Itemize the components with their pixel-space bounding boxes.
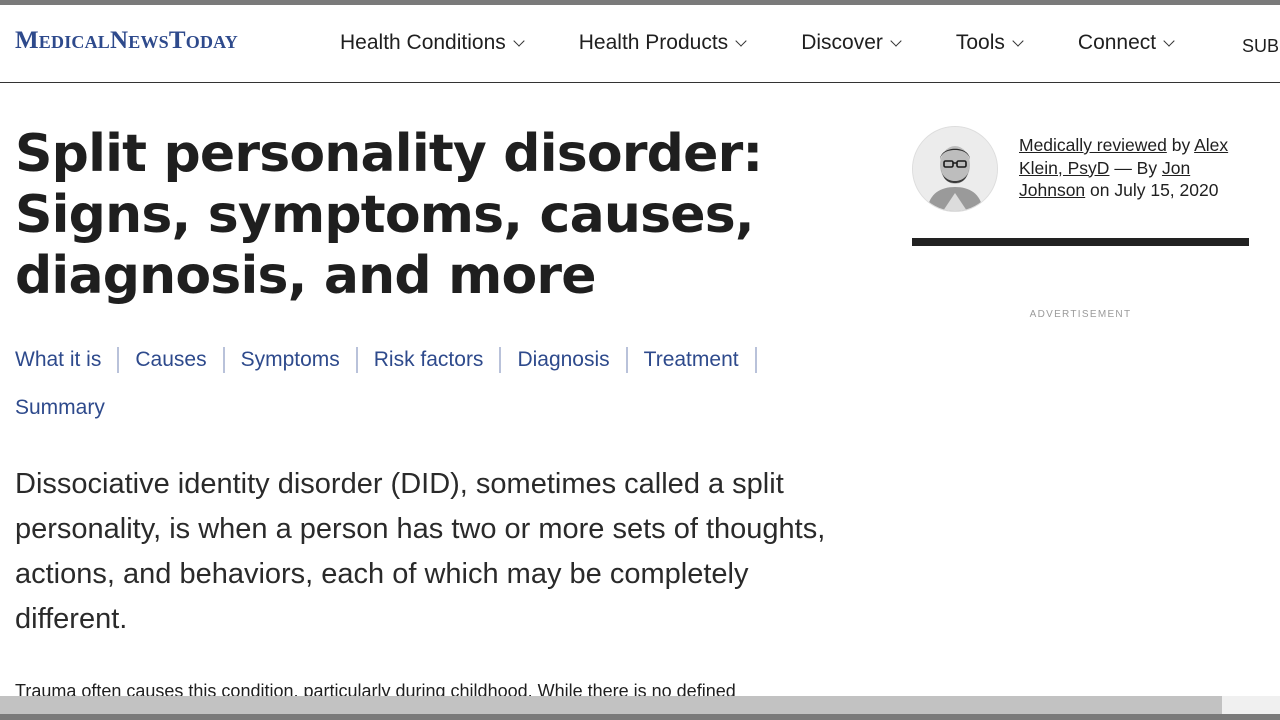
reviewer-avatar	[912, 126, 998, 212]
nav-label: Health Products	[578, 31, 729, 54]
toc-item: Risk factors	[374, 342, 518, 378]
bottom-window-edge	[0, 714, 1280, 720]
site-header: MedicalNewsToday Health Conditions Healt…	[0, 5, 1280, 83]
nav-health-conditions[interactable]: Health Conditions	[340, 31, 525, 55]
nav-tools[interactable]: Tools	[955, 31, 1024, 55]
toc-link-what-it-is[interactable]: What it is	[15, 342, 101, 378]
byline-by-text: by	[1166, 135, 1195, 155]
toc-separator	[117, 347, 120, 373]
nav-label: Discover	[801, 31, 883, 54]
nav-health-products[interactable]: Health Products	[578, 31, 747, 55]
nav-discover[interactable]: Discover	[801, 31, 902, 55]
toc-item: Summary	[15, 390, 105, 426]
toc-link-causes[interactable]: Causes	[135, 342, 206, 378]
article-body-paragraph: Trauma often causes this condition, part…	[15, 681, 736, 698]
toc-separator	[355, 347, 358, 373]
medically-reviewed-link[interactable]: Medically reviewed	[1019, 135, 1167, 155]
toc-link-symptoms[interactable]: Symptoms	[241, 342, 340, 378]
nav-label: Tools	[955, 31, 1005, 54]
chevron-down-icon	[890, 35, 902, 47]
subscribe-link[interactable]: SUB	[1242, 36, 1279, 57]
toc-link-summary[interactable]: Summary	[15, 390, 105, 426]
toc-link-diagnosis[interactable]: Diagnosis	[517, 342, 609, 378]
article-byline: Medically reviewed by Alex Klein, PsyD —…	[1019, 134, 1249, 202]
chevron-down-icon	[513, 35, 525, 47]
toc-item: Causes	[135, 342, 240, 378]
chevron-down-icon	[735, 35, 747, 47]
toc-item: What it is	[15, 342, 135, 378]
toc-separator	[754, 347, 757, 373]
advertisement-label: ADVERTISEMENT	[1029, 309, 1132, 320]
article-title: Split personality disorder: Signs, sympt…	[15, 124, 763, 306]
nav-label: Connect	[1077, 31, 1157, 54]
toc-item: Symptoms	[241, 342, 374, 378]
browser-viewport: MedicalNewsToday Health Conditions Healt…	[0, 0, 1280, 720]
nav-label: Health Conditions	[340, 31, 506, 54]
chevron-down-icon	[1163, 35, 1175, 47]
toc-separator	[222, 347, 225, 373]
site-logo[interactable]: MedicalNewsToday	[15, 27, 238, 55]
toc-item: Diagnosis	[517, 342, 643, 378]
main-nav: Health Conditions Health Products Discov…	[340, 31, 1229, 55]
author-divider	[912, 238, 1249, 246]
toc-link-risk-factors[interactable]: Risk factors	[374, 342, 484, 378]
chevron-down-icon	[1012, 35, 1024, 47]
nav-connect[interactable]: Connect	[1077, 31, 1175, 55]
toc-link-treatment[interactable]: Treatment	[644, 342, 739, 378]
table-of-contents: What it is Causes Symptoms Risk factors …	[15, 342, 815, 426]
toc-item: Treatment	[644, 342, 773, 378]
byline-dash-by-text: — By	[1109, 157, 1162, 178]
publish-date: on July 15, 2020	[1085, 180, 1219, 200]
horizontal-scrollbar-thumb[interactable]	[0, 696, 1222, 714]
toc-separator	[625, 347, 628, 373]
toc-separator	[499, 347, 502, 373]
avatar-portrait-icon	[913, 127, 997, 211]
article-lead-paragraph: Dissociative identity disorder (DID), so…	[15, 468, 826, 635]
